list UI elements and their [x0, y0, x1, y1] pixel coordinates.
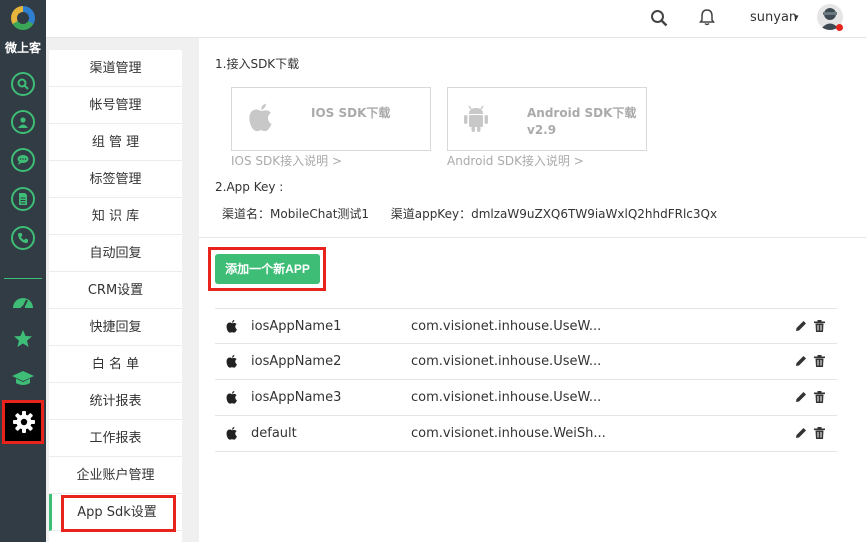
rail-divider: [4, 278, 42, 279]
app-name: iosAppName1: [251, 319, 342, 334]
android-sdk-label: Android SDK下载: [527, 106, 637, 120]
subnav-item-enterprise-account[interactable]: 企业账户管理: [49, 458, 182, 494]
subnav-item-whitelist[interactable]: 白 名 单: [49, 347, 182, 383]
rail-star-button[interactable]: [9, 329, 37, 355]
trash-icon[interactable]: [814, 391, 825, 403]
bell-icon[interactable]: [698, 8, 716, 26]
left-rail: 微上客: [0, 0, 46, 542]
section-divider: [199, 237, 866, 238]
rail-user-button[interactable]: [11, 110, 35, 134]
settings-subnav: 渠道管理 帐号管理 组 管 理 标签管理 知 识 库 自动回复 CRM设置 快捷…: [49, 50, 182, 542]
rail-graduation-button[interactable]: [9, 368, 37, 394]
subnav-item-statistics[interactable]: 统计报表: [49, 384, 182, 420]
app-bundle-id: com.visionet.inhouse.UseW...: [411, 319, 602, 334]
trash-icon[interactable]: [814, 320, 825, 332]
appkey-value: dmlzaW9uZXQ6TW9iaWxlQ2hhdFRlc3Qx: [471, 207, 718, 221]
online-status-dot: [836, 24, 843, 31]
apple-icon: [249, 103, 272, 132]
phone-icon: [17, 233, 28, 244]
star-icon: [14, 330, 32, 347]
ios-sdk-guide-link[interactable]: IOS SDK接入说明 >: [231, 152, 342, 169]
graduation-cap-icon: [12, 371, 34, 385]
main-content: 1.接入SDK下载 IOS SDK下载 IOS SDK接入说明 > Androi…: [199, 38, 866, 542]
brand-name: 微上客: [4, 41, 41, 55]
document-icon: [19, 193, 27, 205]
subnav-item-groups[interactable]: 组 管 理: [49, 125, 182, 161]
subnav-item-knowledge-base[interactable]: 知 识 库: [49, 199, 182, 235]
android-sdk-version: v2.9: [527, 123, 557, 137]
trash-icon[interactable]: [814, 355, 825, 367]
chat-icon: [17, 155, 29, 165]
subnav-item-auto-reply[interactable]: 自动回复: [49, 236, 182, 272]
search-icon: [17, 78, 29, 90]
app-bundle-id: com.visionet.inhouse.UseW...: [411, 354, 602, 369]
username[interactable]: sunyan: [750, 10, 797, 25]
rail-phone-button[interactable]: [11, 226, 35, 250]
subnav-item-channel[interactable]: 渠道管理: [49, 51, 182, 87]
apple-icon: [226, 426, 237, 440]
app-name: default: [251, 426, 297, 441]
subnav-item-quick-reply[interactable]: 快捷回复: [49, 310, 182, 346]
channel-name-value: MobileChat测试1: [270, 207, 370, 221]
ios-sdk-download-button[interactable]: IOS SDK下载: [231, 87, 431, 151]
app-name: iosAppName3: [251, 390, 342, 405]
android-icon: [464, 105, 488, 132]
app-bundle-id: com.visionet.inhouse.UseW...: [411, 390, 602, 405]
android-sdk-guide-link[interactable]: Android SDK接入说明 >: [447, 152, 584, 169]
highlight-app-sdk: [61, 495, 176, 532]
apple-icon: [226, 319, 237, 333]
chevron-down-icon[interactable]: ▾: [794, 10, 799, 26]
appkey-section-title: 2.App Key :: [215, 180, 284, 194]
subnav-item-crm[interactable]: CRM设置: [49, 273, 182, 309]
apple-icon: [226, 354, 237, 368]
rail-search-button[interactable]: [11, 72, 35, 96]
search-icon[interactable]: [650, 9, 668, 27]
table-row: iosAppName2 com.visionet.inhouse.UseW...: [215, 344, 837, 380]
rail-dashboard-button[interactable]: [9, 290, 37, 316]
pencil-icon[interactable]: [795, 427, 807, 439]
highlight-add-app: [208, 247, 326, 291]
sdk-section-title: 1.接入SDK下载: [215, 57, 300, 71]
rail-chat-button[interactable]: [11, 148, 35, 172]
rail-settings-button[interactable]: [2, 400, 44, 444]
app-bundle-id: com.visionet.inhouse.WeiSh...: [411, 426, 606, 441]
subnav-item-work-report[interactable]: 工作报表: [49, 421, 182, 457]
appkey-label: 渠道appKey：: [390, 207, 472, 221]
pencil-icon[interactable]: [795, 355, 807, 367]
android-sdk-download-button[interactable]: Android SDK下载 v2.9: [447, 87, 647, 151]
table-row: iosAppName3 com.visionet.inhouse.UseW...: [215, 380, 837, 416]
appkey-line: 渠道名：MobileChat测试1 渠道appKey：dmlzaW9uZXQ6T…: [222, 205, 717, 222]
table-row: iosAppName1 com.visionet.inhouse.UseW...: [215, 308, 837, 344]
trash-icon[interactable]: [814, 427, 825, 439]
channel-name-label: 渠道名：: [222, 207, 271, 221]
dashboard-icon: [13, 298, 33, 310]
top-bar: sunyan ▾: [46, 0, 866, 38]
table-row: default com.visionet.inhouse.WeiSh...: [215, 416, 837, 452]
gear-icon: [13, 411, 35, 433]
user-icon: [18, 117, 28, 128]
ios-sdk-label: IOS SDK下载: [311, 106, 391, 120]
pencil-icon[interactable]: [795, 320, 807, 332]
subnav-item-accounts[interactable]: 帐号管理: [49, 88, 182, 124]
subnav-item-tags[interactable]: 标签管理: [49, 162, 182, 198]
rail-document-button[interactable]: [11, 187, 35, 211]
apple-icon: [226, 390, 237, 404]
app-name: iosAppName2: [251, 354, 342, 369]
pencil-icon[interactable]: [795, 391, 807, 403]
app-logo-icon: [11, 6, 35, 30]
